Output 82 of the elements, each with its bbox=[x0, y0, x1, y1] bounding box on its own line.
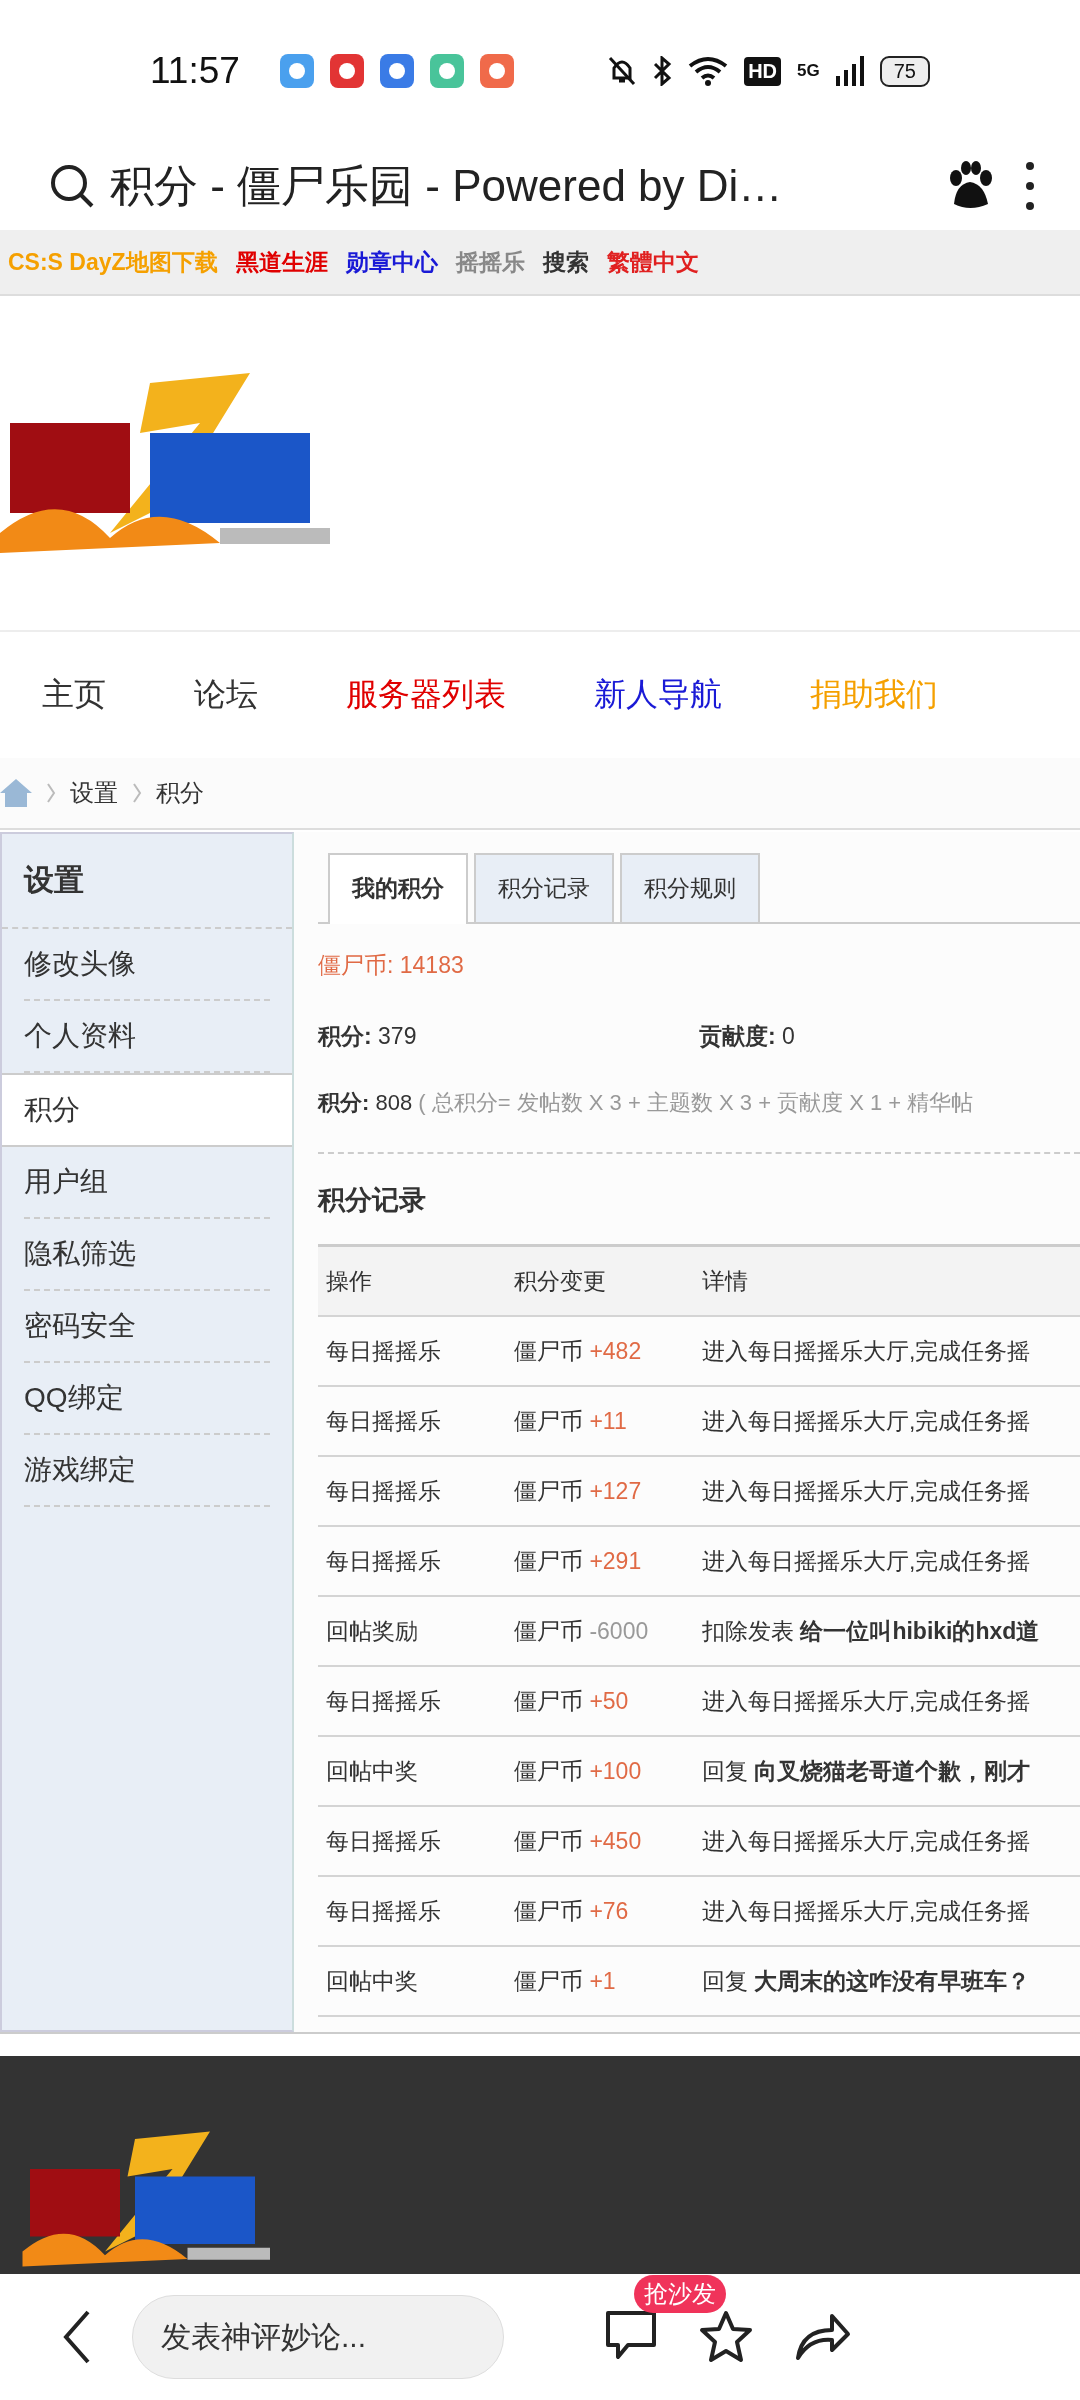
table-cell-text: 回复 大周末的这咋没有早班车？ bbox=[701, 1966, 1032, 1996]
table-cell-text: 僵尸币 +11 bbox=[513, 1406, 628, 1436]
notification-icon bbox=[279, 54, 314, 88]
table-cell-text: 进入每日摇摇乐大厅,完成任务摇 bbox=[701, 1546, 1032, 1576]
notification-icon bbox=[479, 54, 514, 88]
notification-icon bbox=[429, 54, 464, 88]
table-cell-text: 每日摇摇乐 bbox=[325, 1476, 442, 1506]
column-header: 操作 bbox=[325, 1266, 373, 1296]
network-type: 5G bbox=[797, 61, 820, 81]
nav-link[interactable]: 论坛 bbox=[150, 673, 302, 717]
hd-indicator: HD bbox=[744, 56, 782, 86]
nav-link[interactable]: 新人导航 bbox=[550, 673, 766, 717]
table-cell-text: 僵尸币 +76 bbox=[513, 1896, 630, 1926]
table-cell-text: 进入每日摇摇乐大厅,完成任务摇 bbox=[701, 1476, 1032, 1506]
page-title[interactable]: 积分 - 僵尸乐园 - Powered by Di… bbox=[110, 156, 930, 216]
stat-text: 贡献度: 0 bbox=[699, 1022, 796, 1051]
sidebar-item[interactable]: 密码安全 bbox=[24, 1291, 270, 1363]
table-cell-text: 回帖奖励 bbox=[325, 1616, 419, 1646]
sidebar-item[interactable]: 用户组 bbox=[24, 1147, 270, 1219]
breadcrumb-link[interactable]: 设置 bbox=[70, 777, 118, 809]
status-time: 11:57 bbox=[150, 50, 240, 92]
table-cell-text: 僵尸币 +100 bbox=[513, 1756, 643, 1786]
star-icon[interactable] bbox=[698, 2310, 754, 2364]
notification-icon bbox=[329, 54, 364, 88]
nav-link[interactable]: 服务器列表 bbox=[302, 673, 550, 717]
table-cell-text: 僵尸币 +482 bbox=[513, 1336, 643, 1366]
share-icon[interactable] bbox=[794, 2312, 852, 2362]
sidebar-item[interactable]: 游戏绑定 bbox=[24, 1435, 270, 1507]
nav-link[interactable]: 主页 bbox=[0, 673, 150, 717]
top-link[interactable]: 搜索 bbox=[542, 246, 589, 278]
search-icon[interactable] bbox=[48, 162, 96, 210]
table-cell-text: 回帖中奖 bbox=[325, 1756, 419, 1786]
table-cell-text: 进入每日摇摇乐大厅,完成任务摇 bbox=[701, 1896, 1032, 1926]
table-cell-text: 每日摇摇乐 bbox=[325, 1686, 442, 1716]
table-cell-text: 僵尸币 +1 bbox=[513, 1966, 617, 1996]
table-cell-text: 进入每日摇摇乐大厅,完成任务摇 bbox=[701, 1336, 1032, 1366]
sidebar-item[interactable]: 修改头像 bbox=[24, 929, 270, 1001]
top-link[interactable]: 黑道生涯 bbox=[235, 246, 328, 278]
comment-input-field[interactable]: 发表神评妙论... bbox=[132, 2295, 504, 2379]
table-cell-text: 僵尸币 +127 bbox=[513, 1476, 643, 1506]
column-header: 积分变更 bbox=[513, 1266, 607, 1296]
table-cell-text: 僵尸币 +291 bbox=[513, 1546, 643, 1576]
table-cell-text: 进入每日摇摇乐大厅,完成任务摇 bbox=[701, 1406, 1032, 1436]
top-link[interactable]: 繁體中文 bbox=[606, 246, 699, 278]
table-cell-text: 僵尸币 -6000 bbox=[513, 1616, 650, 1646]
comment-badge: 抢沙发 bbox=[634, 2275, 726, 2313]
wifi-icon bbox=[688, 56, 729, 86]
tab[interactable]: 积分记录 bbox=[474, 853, 614, 922]
table-cell-text: 僵尸币 +50 bbox=[513, 1686, 630, 1716]
table-cell-text: 每日摇摇乐 bbox=[325, 1896, 442, 1926]
bluetooth-icon bbox=[652, 56, 673, 86]
chevron-icon bbox=[132, 782, 142, 804]
table-cell-text: 回帖中奖 bbox=[325, 1966, 419, 1996]
table-cell-text: 回复 向叉烧猫老哥道个歉，刚才 bbox=[701, 1756, 1032, 1786]
chevron-icon bbox=[46, 782, 56, 804]
table-cell-text: 进入每日摇摇乐大厅,完成任务摇 bbox=[701, 1826, 1032, 1856]
top-link[interactable]: 勋章中心 bbox=[345, 246, 438, 278]
notification-icon bbox=[379, 54, 414, 88]
sidebar-item[interactable]: QQ绑定 bbox=[24, 1363, 270, 1435]
coins-balance: 僵尸币: 14183 bbox=[318, 951, 465, 980]
table-cell-text: 每日摇摇乐 bbox=[325, 1826, 442, 1856]
comment-icon[interactable] bbox=[604, 2309, 658, 2361]
mute-bell-icon bbox=[608, 56, 637, 86]
section-title: 积分记录 bbox=[318, 1184, 427, 1217]
table-cell-text: 进入每日摇摇乐大厅,完成任务摇 bbox=[701, 1686, 1032, 1716]
back-icon[interactable] bbox=[62, 2310, 92, 2364]
stat-text: 积分: 379 bbox=[318, 1022, 418, 1051]
breadcrumb-link[interactable]: 积分 bbox=[156, 777, 204, 809]
total-points-text: 积分: 808 ( 总积分= 发帖数 X 3 + 主题数 X 3 + 贡献度 X 1 + 精华帖 bbox=[318, 1088, 1080, 1154]
sidebar-item[interactable]: 积分 bbox=[2, 1073, 292, 1147]
table-cell-text: 扣除发表 给一位叫hibiki的hxd道 bbox=[701, 1616, 1041, 1646]
tab[interactable]: 积分规则 bbox=[620, 853, 760, 922]
battery-level: 75 bbox=[879, 55, 930, 87]
column-header: 详情 bbox=[701, 1266, 749, 1296]
signal-icon bbox=[835, 56, 864, 86]
table-cell-text: 每日摇摇乐 bbox=[325, 1406, 442, 1436]
table-cell-text: 僵尸币 +450 bbox=[513, 1826, 643, 1856]
sidebar-title: 设置 bbox=[2, 834, 292, 929]
tab[interactable]: 我的积分 bbox=[328, 853, 468, 924]
sidebar-item[interactable]: 隐私筛选 bbox=[24, 1219, 270, 1291]
table-cell-text: 每日摇摇乐 bbox=[325, 1336, 442, 1366]
table-cell-text: 每日摇摇乐 bbox=[325, 1546, 442, 1576]
